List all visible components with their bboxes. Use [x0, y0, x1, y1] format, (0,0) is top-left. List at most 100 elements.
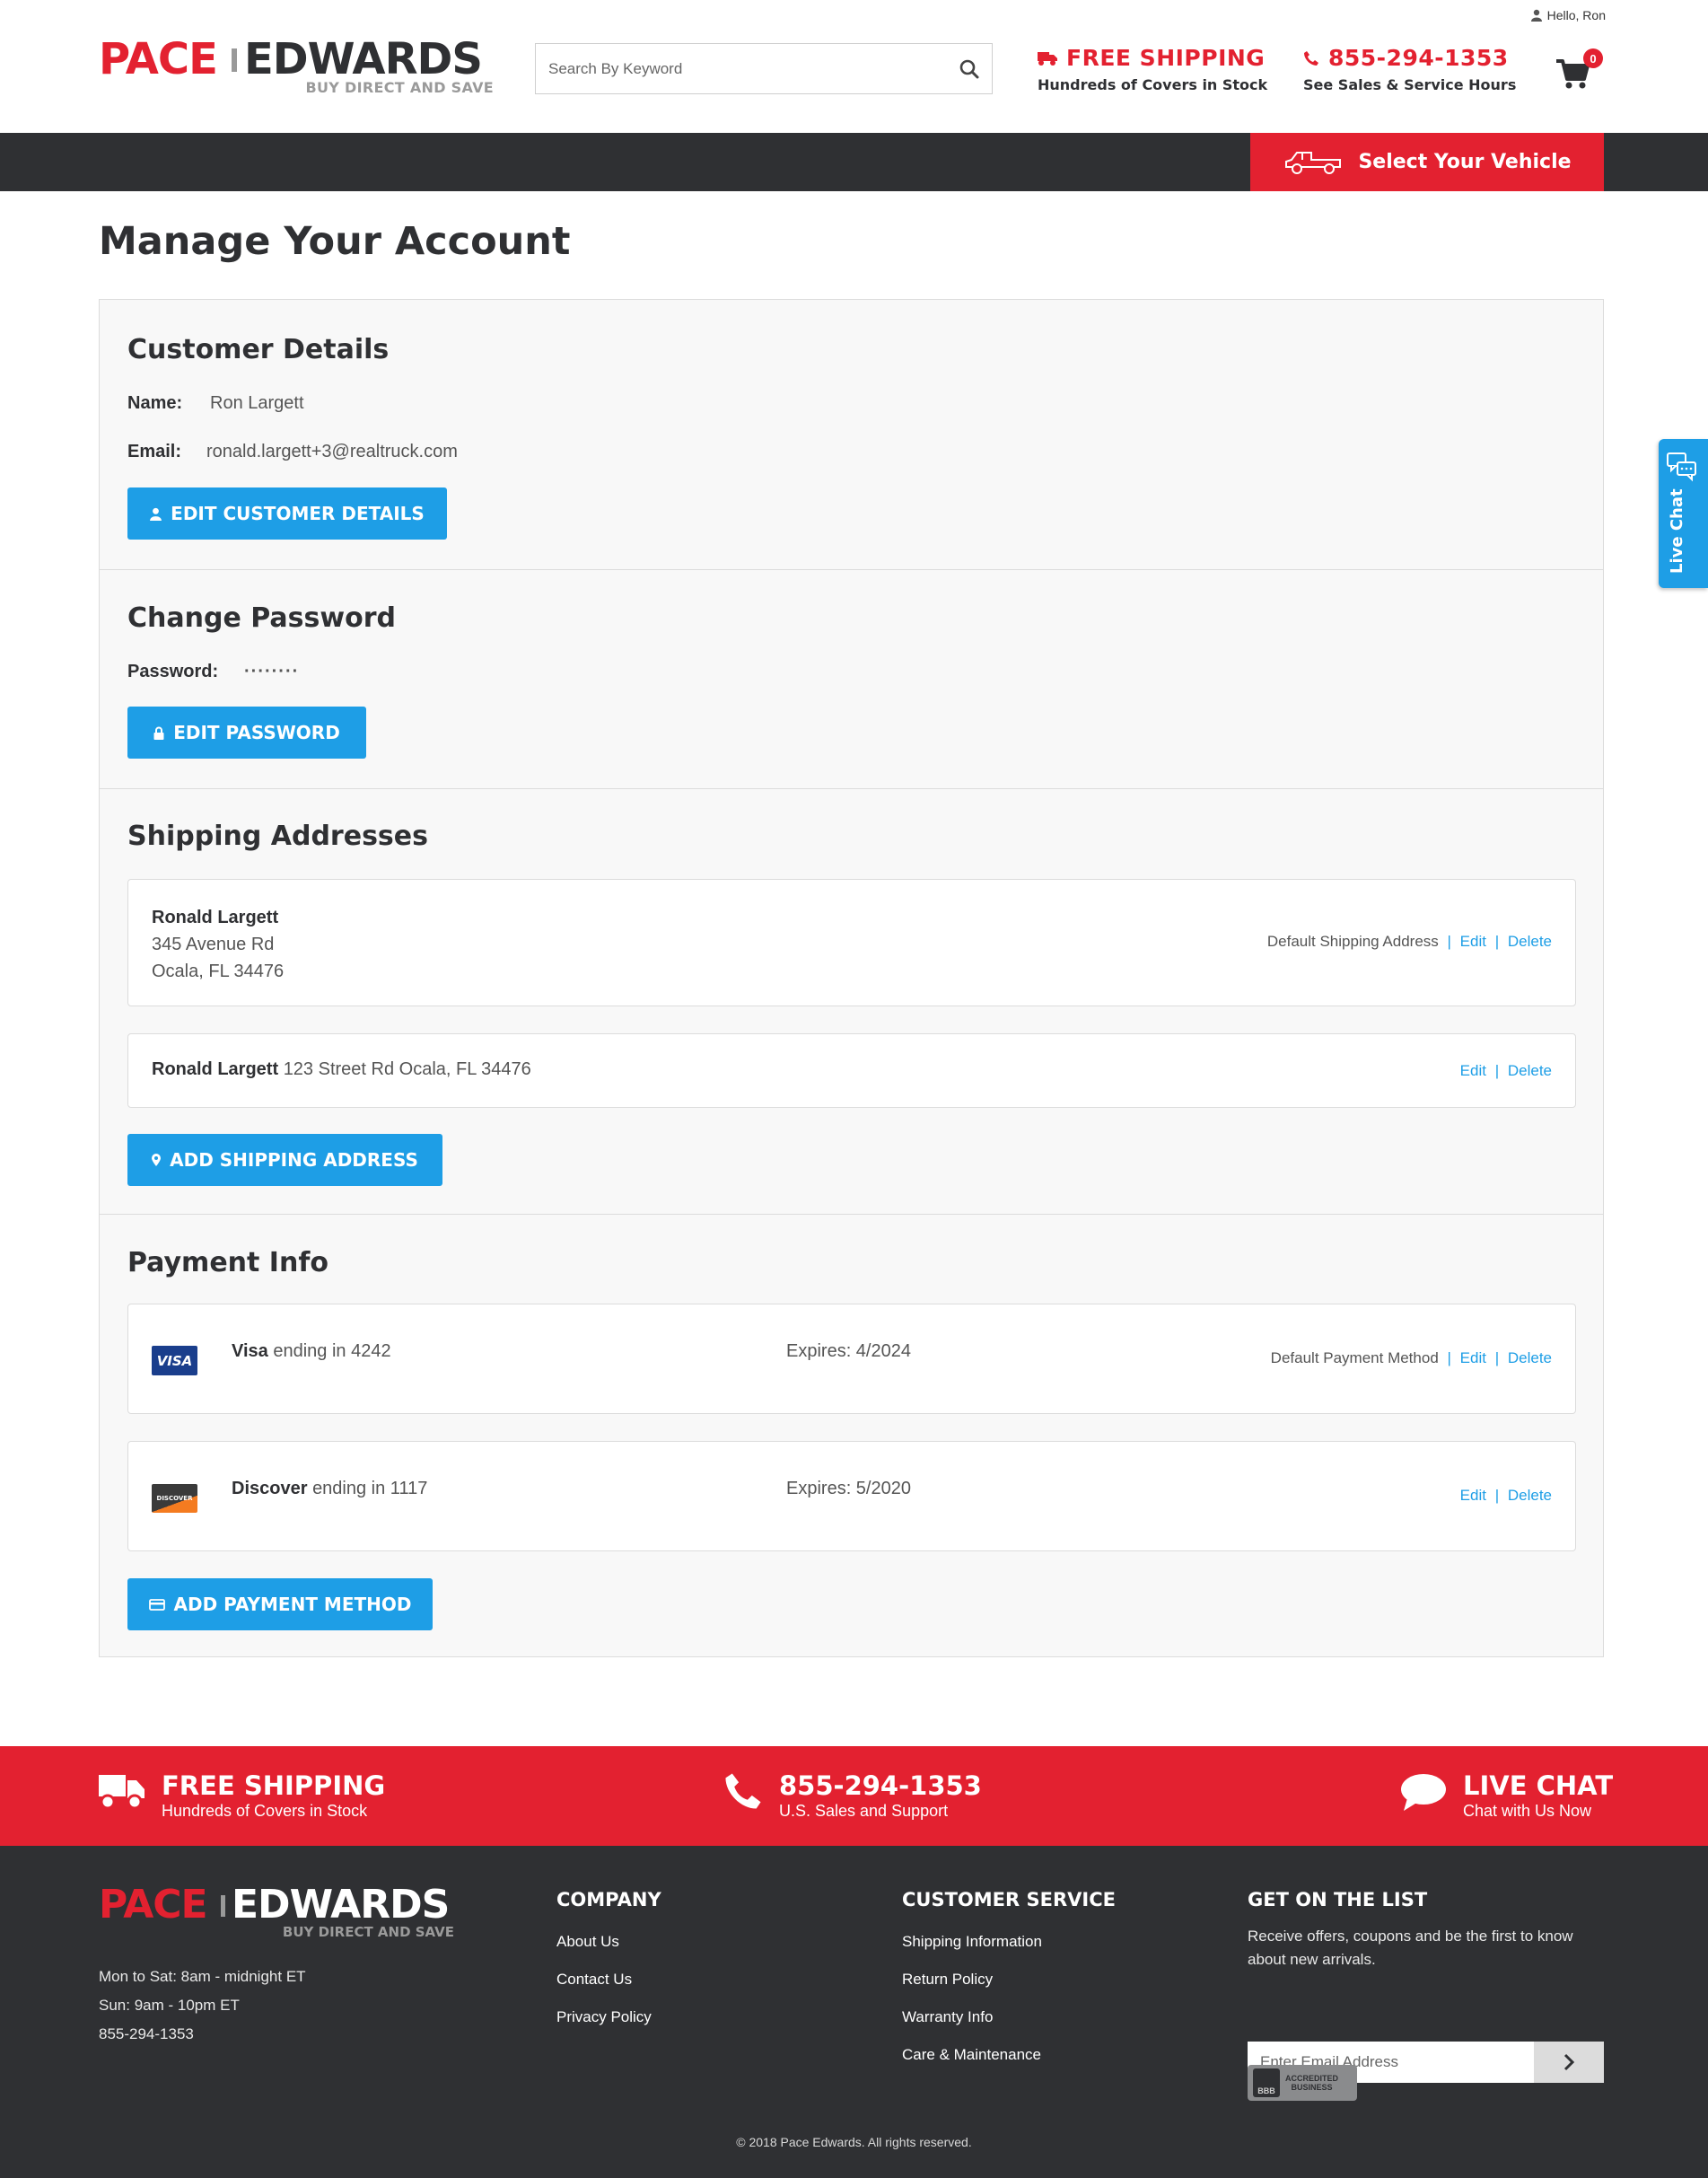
- footer-link-warranty-info[interactable]: Warranty Info: [902, 1998, 1116, 2036]
- footer-free-shipping[interactable]: FREE SHIPPING Hundreds of Covers in Stoc…: [99, 1771, 385, 1821]
- payment-actions: Edit | Delete: [1460, 1487, 1552, 1505]
- search-box: [535, 43, 993, 94]
- footer-link-return-policy[interactable]: Return Policy: [902, 1961, 1116, 1998]
- phone-icon: [1304, 50, 1318, 66]
- header-phone-number: 855-294-1353: [1328, 45, 1509, 71]
- card-brand: Visa: [232, 1341, 268, 1361]
- customer-details-section: Customer Details Name: Ron Largett Email…: [100, 300, 1603, 570]
- delete-payment-link[interactable]: Delete: [1508, 1487, 1552, 1504]
- discover-card-icon: DISCOVER: [152, 1484, 197, 1513]
- company-heading: COMPANY: [556, 1889, 661, 1910]
- footer-logo-divider: [221, 1895, 225, 1917]
- header-phone-subtitle: See Sales & Service Hours: [1303, 76, 1517, 93]
- user-greeting[interactable]: Hello, Ron: [1530, 8, 1606, 22]
- footer-logo-tagline: BUY DIRECT AND SAVE: [282, 1924, 454, 1940]
- truck-icon: [99, 1775, 145, 1810]
- footer-live-chat[interactable]: LIVE CHAT Chat with Us Now: [1400, 1771, 1613, 1821]
- edit-payment-link[interactable]: Edit: [1460, 1349, 1486, 1366]
- shipping-addresses-section: Shipping Addresses Ronald Largett 345 Av…: [100, 789, 1603, 1215]
- edit-customer-details-button[interactable]: EDIT CUSTOMER DETAILS: [127, 487, 447, 540]
- header-shipping-subtitle: Hundreds of Covers in Stock: [1038, 76, 1268, 93]
- footer-link-privacy-policy[interactable]: Privacy Policy: [556, 1998, 661, 2036]
- customer-email-field: Email: ronald.largett+3@realtruck.com: [127, 442, 458, 462]
- logo-pace: PACE: [99, 34, 218, 84]
- delete-address-link[interactable]: Delete: [1508, 1062, 1552, 1079]
- site-logo[interactable]: PACE EDWARDS BUY DIRECT AND SAVE: [99, 36, 494, 101]
- footer-logo-pace: PACE: [99, 1882, 208, 1928]
- customer-service-heading: CUSTOMER SERVICE: [902, 1889, 1116, 1910]
- live-chat-tab-label: Live Chat: [1668, 488, 1686, 574]
- newsletter-submit-button[interactable]: [1534, 2042, 1604, 2083]
- address-line-2: Ocala, FL 34476: [152, 962, 285, 981]
- edit-password-button[interactable]: EDIT PASSWORD: [127, 707, 366, 759]
- footer-customer-service-column: CUSTOMER SERVICE Shipping Information Re…: [902, 1889, 1116, 2074]
- cart-count-badge: 0: [1583, 48, 1603, 68]
- password-label: Password:: [127, 662, 219, 681]
- select-vehicle-button[interactable]: Select Your Vehicle: [1250, 133, 1604, 191]
- pickup-truck-icon: [1285, 151, 1342, 174]
- footer-link-care-maintenance[interactable]: Care & Maintenance: [902, 2036, 1116, 2074]
- live-chat-tab[interactable]: Live Chat: [1659, 439, 1708, 588]
- add-shipping-address-button[interactable]: ADD SHIPPING ADDRESS: [127, 1134, 442, 1186]
- header-phone[interactable]: 855-294-1353 See Sales & Service Hours: [1303, 45, 1516, 93]
- delete-address-link[interactable]: Delete: [1508, 933, 1552, 950]
- business-hours: Mon to Sat: 8am - midnight ET Sun: 9am -…: [99, 1963, 306, 2049]
- newsletter-signup: GET ON THE LIST Receive offers, coupons …: [1248, 1889, 1604, 2083]
- newsletter-text: Receive offers, coupons and be the first…: [1248, 1928, 1573, 1968]
- address-card: Ronald Largett 123 Street Rd Ocala, FL 3…: [127, 1033, 1576, 1108]
- header-free-shipping[interactable]: FREE SHIPPING Hundreds of Covers in Stoc…: [1038, 45, 1267, 93]
- password-field: Password: ········: [127, 662, 299, 682]
- band-chat-subtitle: Chat with Us Now: [1463, 1802, 1592, 1820]
- action-separator: |: [1494, 1349, 1500, 1366]
- bbb-accredited-badge[interactable]: BBB ACCREDITED BUSINESS: [1248, 2065, 1357, 2101]
- payment-card: VISA Visa ending in 4242 Expires: 4/2024…: [127, 1304, 1576, 1414]
- footer-phone[interactable]: 855-294-1353 U.S. Sales and Support: [723, 1771, 982, 1821]
- payment-info-title: Payment Info: [127, 1247, 328, 1278]
- footer-link-shipping-information[interactable]: Shipping Information: [902, 1923, 1116, 1961]
- email-label: Email:: [127, 442, 182, 461]
- action-separator: |: [1447, 933, 1451, 950]
- visa-card-icon: VISA: [152, 1346, 197, 1375]
- footer-link-contact-us[interactable]: Contact Us: [556, 1961, 661, 1998]
- footer-logo[interactable]: PACE EDWARDS BUY DIRECT AND SAVE: [99, 1884, 454, 1941]
- address-name: Ronald Largett: [152, 908, 279, 927]
- delete-payment-link[interactable]: Delete: [1508, 1349, 1552, 1366]
- bbb-business-text: BUSINESS: [1291, 2083, 1333, 2092]
- card-ending: ending in 1117: [312, 1479, 428, 1498]
- add-payment-method-button[interactable]: ADD PAYMENT METHOD: [127, 1578, 433, 1630]
- customer-name-field: Name: Ron Largett: [127, 393, 304, 414]
- search-input[interactable]: [548, 59, 959, 78]
- edit-customer-details-label: EDIT CUSTOMER DETAILS: [171, 503, 425, 524]
- hours-weekday: Mon to Sat: 8am - midnight ET: [99, 1968, 306, 1985]
- change-password-title: Change Password: [127, 602, 396, 634]
- search-icon[interactable]: [959, 59, 979, 79]
- edit-payment-link[interactable]: Edit: [1460, 1487, 1486, 1504]
- site-footer: PACE EDWARDS BUY DIRECT AND SAVE Mon to …: [0, 1846, 1708, 2178]
- footer-phone-number: 855-294-1353: [99, 2025, 194, 2042]
- payment-card: DISCOVER Discover ending in 1117 Expires…: [127, 1441, 1576, 1551]
- page-title: Manage Your Account: [99, 219, 571, 264]
- map-marker-icon: [152, 1154, 162, 1166]
- address-name: Ronald Largett: [152, 1059, 279, 1079]
- edit-address-link[interactable]: Edit: [1460, 933, 1486, 950]
- main-nav-bar: Select Your Vehicle: [0, 133, 1708, 191]
- bbb-seal-icon: BBB: [1253, 2068, 1280, 2097]
- edit-password-label: EDIT PASSWORD: [173, 722, 340, 743]
- header-shipping-title: FREE SHIPPING: [1066, 45, 1266, 71]
- address-line-1: 345 Avenue Rd: [152, 935, 275, 954]
- payment-info-section: Payment Info VISA Visa ending in 4242 Ex…: [100, 1215, 1603, 1658]
- lock-icon: [153, 726, 164, 740]
- address-actions: Default Shipping Address | Edit | Delete: [1267, 933, 1552, 951]
- default-shipping-label: Default Shipping Address: [1266, 933, 1439, 950]
- copyright: © 2018 Pace Edwards. All rights reserved…: [736, 2135, 972, 2149]
- newsletter-heading: GET ON THE LIST: [1248, 1889, 1428, 1910]
- greeting-text: Hello, Ron: [1546, 8, 1606, 22]
- change-password-section: Change Password Password: ········ EDIT …: [100, 570, 1603, 789]
- chat-bubble-icon: [1401, 1774, 1446, 1811]
- address-card: Ronald Largett 345 Avenue Rd Ocala, FL 3…: [127, 879, 1576, 1006]
- footer-company-column: COMPANY About Us Contact Us Privacy Poli…: [556, 1889, 661, 2036]
- footer-feature-band: FREE SHIPPING Hundreds of Covers in Stoc…: [0, 1746, 1708, 1846]
- select-vehicle-label: Select Your Vehicle: [1358, 151, 1572, 173]
- footer-link-about-us[interactable]: About Us: [556, 1923, 661, 1961]
- edit-address-link[interactable]: Edit: [1460, 1062, 1486, 1079]
